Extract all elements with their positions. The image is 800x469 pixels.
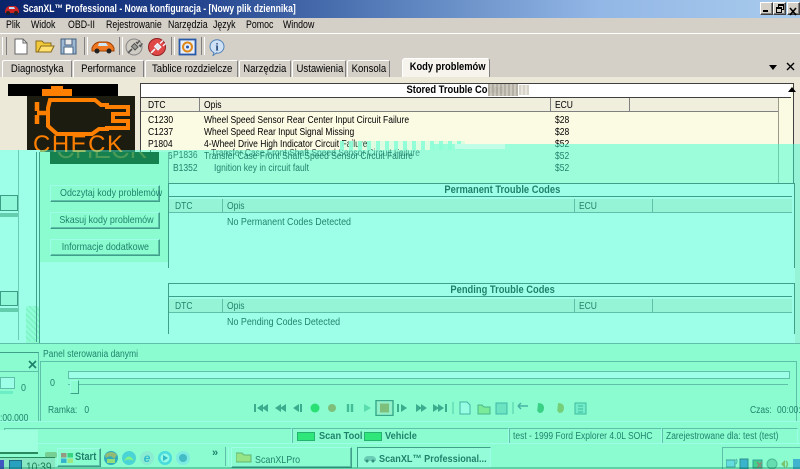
svg-text:i: i bbox=[215, 42, 218, 54]
